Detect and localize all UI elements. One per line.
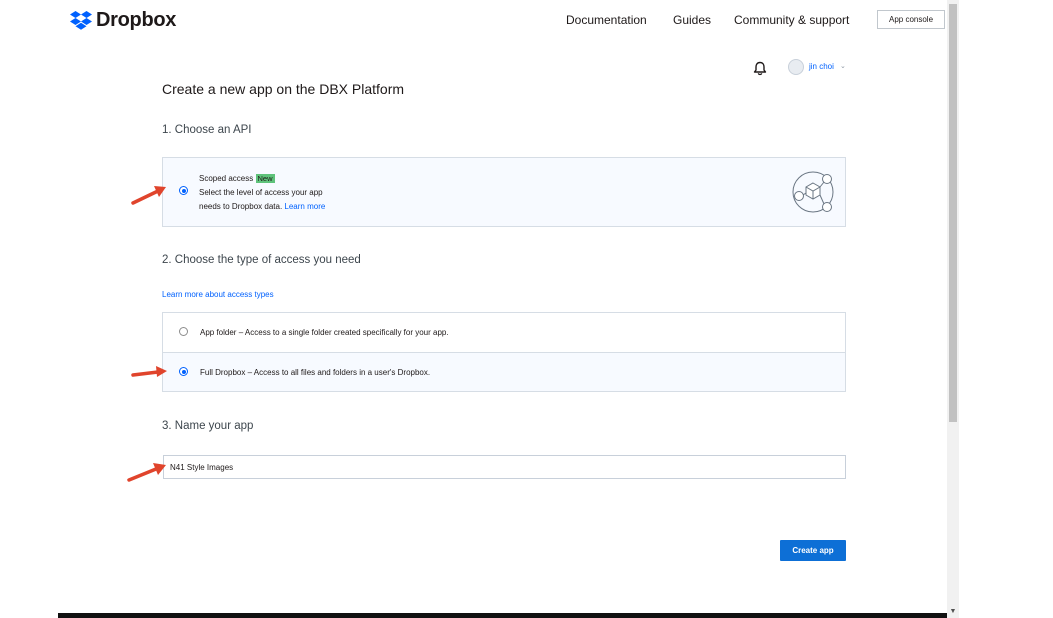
nav-documentation[interactable]: Documentation	[566, 13, 647, 27]
brand-name: Dropbox	[96, 9, 177, 31]
bottom-border	[58, 613, 947, 618]
avatar[interactable]	[788, 59, 804, 75]
scoped-access-text: Scoped access New Select the level of ac…	[199, 172, 459, 214]
scrollbar-thumb[interactable]	[949, 4, 957, 422]
scoped-access-panel[interactable]: Scoped access New Select the level of ac…	[162, 157, 846, 227]
dropbox-icon	[70, 11, 92, 30]
user-name[interactable]: jin choi	[809, 62, 834, 71]
new-badge: New	[255, 174, 275, 183]
app-console-button[interactable]: App console	[877, 10, 945, 29]
step1-heading: 1. Choose an API	[162, 124, 252, 136]
scoped-access-desc-1: Select the level of access your app	[199, 188, 323, 197]
app-name-input[interactable]	[163, 455, 846, 479]
learn-more-link[interactable]: Learn more	[284, 202, 325, 211]
app-folder-option[interactable]: App folder – Access to a single folder c…	[162, 312, 846, 352]
scoped-access-desc-2: needs to Dropbox data.	[199, 202, 283, 211]
full-dropbox-option[interactable]: Full Dropbox – Access to all files and f…	[162, 352, 846, 392]
annotation-arrow-icon	[131, 186, 166, 205]
dropbox-logo[interactable]: Dropbox	[70, 9, 176, 32]
create-app-button[interactable]: Create app	[780, 540, 846, 561]
access-types-link[interactable]: Learn more about access types	[162, 288, 274, 302]
nav-community-support[interactable]: Community & support	[734, 13, 849, 27]
bell-icon[interactable]	[753, 61, 767, 76]
app-folder-label: App folder – Access to a single folder c…	[200, 328, 449, 337]
scoped-access-illustration-icon	[792, 171, 834, 213]
full-dropbox-label: Full Dropbox – Access to all files and f…	[200, 368, 431, 377]
full-dropbox-radio[interactable]	[179, 367, 188, 376]
scroll-down-arrow-icon[interactable]: ▼	[949, 608, 957, 616]
annotation-arrow-icon	[131, 366, 167, 377]
scoped-access-title: Scoped access	[199, 174, 254, 183]
annotation-arrow-icon	[127, 463, 166, 482]
step3-heading: 3. Name your app	[162, 420, 254, 432]
app-folder-radio[interactable]	[179, 327, 188, 336]
nav-guides[interactable]: Guides	[673, 13, 711, 27]
step2-heading: 2. Choose the type of access you need	[162, 254, 361, 266]
page-title: Create a new app on the DBX Platform	[162, 81, 405, 97]
scoped-access-radio[interactable]	[179, 186, 188, 195]
chevron-down-icon[interactable]: ⌄	[840, 62, 846, 70]
